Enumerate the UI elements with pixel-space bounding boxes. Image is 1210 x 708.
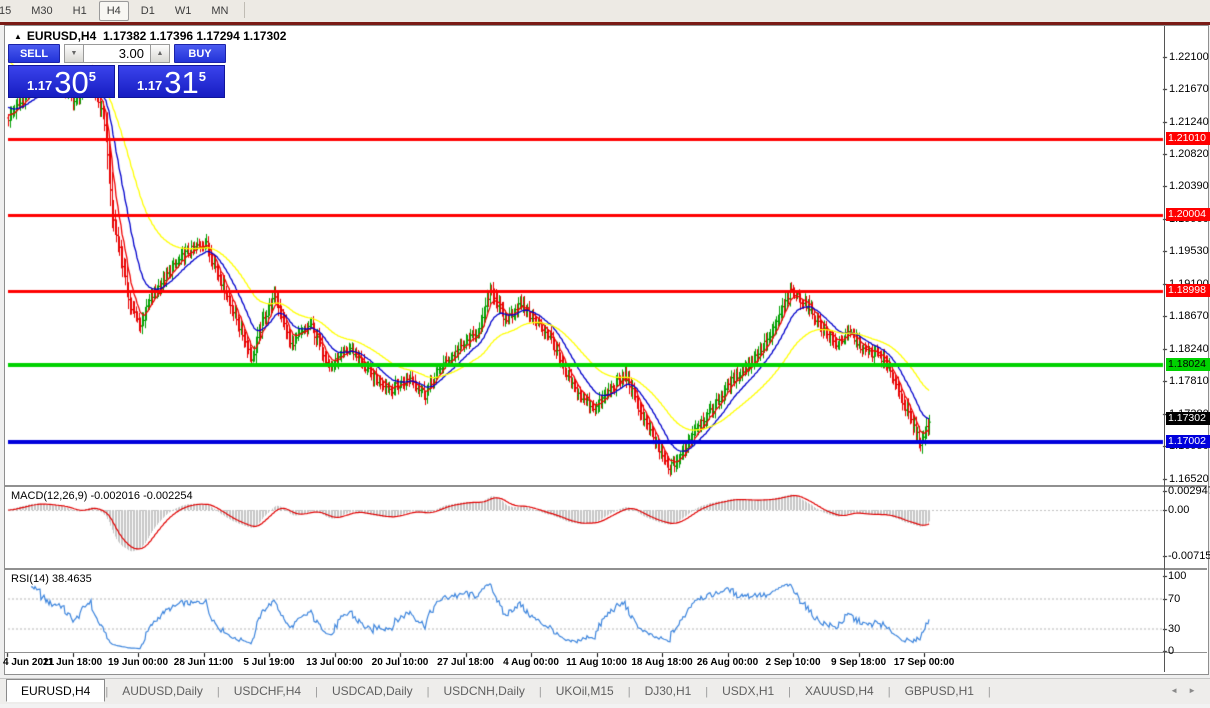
time-axis-label: 28 Jun 11:00 bbox=[173, 657, 234, 668]
price-tick-label: 1.20390 bbox=[1169, 180, 1209, 193]
collapse-triangle-icon[interactable]: ▲ bbox=[14, 32, 22, 41]
chart-tab-usdcnh[interactable]: USDCNH,Daily bbox=[430, 680, 539, 701]
price-level-badge: 1.17002 bbox=[1166, 435, 1210, 449]
time-axis-label: 27 Jul 18:00 bbox=[437, 657, 494, 668]
price-tick-label: 1.16520 bbox=[1169, 472, 1209, 485]
chart-tab-usdchf[interactable]: USDCHF,H4 bbox=[220, 680, 315, 701]
chart-tab-dj30[interactable]: DJ30,H1 bbox=[631, 680, 706, 701]
tab-scroll-right-icon[interactable]: ► bbox=[1188, 686, 1206, 695]
price-level-badge: 1.18998 bbox=[1166, 284, 1210, 298]
time-axis-label: 9 Sep 18:00 bbox=[830, 657, 887, 668]
tab-separator: | bbox=[987, 686, 991, 698]
price-tick-label: 1.21240 bbox=[1169, 115, 1209, 128]
volume-input[interactable] bbox=[84, 44, 150, 63]
chart-canvas[interactable] bbox=[0, 0, 1210, 708]
macd-indicator-label: MACD(12,26,9) -0.002016 -0.002254 bbox=[11, 490, 193, 502]
buy-price-big-digits: 31 bbox=[164, 65, 199, 100]
chart-header: ▲ EURUSD,H4 1.17382 1.17396 1.17294 1.173… bbox=[14, 29, 286, 43]
volume-increase-button[interactable]: ▲ bbox=[150, 44, 170, 63]
time-axis-label: 5 Jul 19:00 bbox=[243, 657, 295, 668]
time-axis-label: 26 Aug 00:00 bbox=[696, 657, 759, 668]
macd-scale-label: 0.00 bbox=[1168, 504, 1190, 516]
volume-decrease-button[interactable]: ▼ bbox=[64, 44, 84, 63]
panel-divider[interactable] bbox=[4, 485, 1207, 487]
price-tick-label: 1.19530 bbox=[1169, 245, 1209, 258]
chart-tab-ukoil[interactable]: UKOil,M15 bbox=[542, 680, 628, 701]
one-click-trading-panel: SELL ▼ ▲ BUY 1.17305 1.17315 bbox=[8, 44, 230, 98]
time-axis-label: 11 Jun 18:00 bbox=[42, 657, 103, 668]
sell-price-superscript: 5 bbox=[88, 69, 97, 84]
sell-button[interactable]: SELL bbox=[8, 44, 60, 63]
time-axis-label: 4 Aug 00:00 bbox=[503, 657, 559, 668]
chart-tab-eurusd[interactable]: EURUSD,H4 bbox=[6, 679, 106, 702]
time-axis-label: 20 Jul 10:00 bbox=[371, 657, 429, 668]
time-axis-label: 18 Aug 18:00 bbox=[631, 657, 693, 668]
panel-divider[interactable] bbox=[4, 568, 1207, 570]
price-tick-label: 1.18670 bbox=[1169, 310, 1209, 323]
time-axis-label: 13 Jul 00:00 bbox=[306, 657, 363, 668]
time-axis-label: 2 Sep 10:00 bbox=[765, 657, 821, 668]
rsi-scale-label: 0 bbox=[1168, 645, 1175, 657]
chart-tab-gbpusd[interactable]: GBPUSD,H1 bbox=[891, 680, 988, 701]
chart-tab-usdcad[interactable]: USDCAD,Daily bbox=[318, 680, 427, 701]
buy-price-prefix: 1.17 bbox=[136, 78, 163, 93]
buy-price-superscript: 5 bbox=[198, 69, 207, 84]
buy-price-button[interactable]: 1.17 31 5 bbox=[118, 65, 225, 98]
sell-price-button[interactable]: 1.17 30 5 bbox=[8, 65, 115, 98]
spin-down-icon: ▼ bbox=[70, 50, 78, 57]
price-axis-separator bbox=[1164, 26, 1165, 672]
rsi-scale-label: 30 bbox=[1168, 622, 1181, 635]
current-price-badge: 1.17302 bbox=[1166, 412, 1210, 426]
price-level-badge: 1.21010 bbox=[1166, 132, 1210, 146]
chart-tab-bar: EURUSD,H4 | AUDUSD,Daily | USDCHF,H4 | USDCAD,… bbox=[0, 678, 1210, 704]
rsi-scale-label: 70 bbox=[1168, 592, 1181, 605]
chart-tab-xauusd[interactable]: XAUUSD,H4 bbox=[791, 680, 888, 701]
sell-price-big-digits: 30 bbox=[54, 65, 89, 100]
price-level-badge: 1.20004 bbox=[1166, 208, 1210, 222]
price-tick-label: 1.18240 bbox=[1169, 342, 1209, 355]
spin-up-icon: ▲ bbox=[156, 50, 164, 57]
rsi-scale-label: 100 bbox=[1168, 570, 1187, 582]
mt4-application: { "toolbar": { "timeframes": ["15", "M30… bbox=[0, 0, 1210, 708]
chart-tab-audusd[interactable]: AUDUSD,Daily bbox=[108, 680, 217, 701]
price-tick-label: 1.20820 bbox=[1169, 147, 1209, 160]
price-tick-label: 1.21670 bbox=[1169, 83, 1209, 96]
chart-symbol-label: EURUSD,H4 bbox=[26, 29, 97, 43]
chart-ohlc-values: 1.17382 1.17396 1.17294 1.17302 bbox=[102, 29, 287, 43]
panel-divider bbox=[4, 652, 1207, 653]
time-axis-label: 11 Aug 10:00 bbox=[566, 657, 627, 668]
time-axis-label: 19 Jun 00:00 bbox=[107, 657, 169, 668]
price-tick-label: 1.17810 bbox=[1169, 375, 1209, 388]
rsi-indicator-label: RSI(14) 38.4635 bbox=[11, 573, 92, 585]
buy-button[interactable]: BUY bbox=[174, 44, 226, 63]
macd-scale-label: -0.007153 bbox=[1168, 549, 1210, 562]
sell-price-prefix: 1.17 bbox=[26, 78, 53, 93]
tab-scroll-left-icon[interactable]: ◄ bbox=[1170, 686, 1188, 695]
macd-scale-label: 0.002947 bbox=[1168, 485, 1210, 498]
price-tick-label: 1.22100 bbox=[1169, 51, 1209, 63]
price-level-badge: 1.18024 bbox=[1166, 357, 1210, 371]
time-axis-label: 17 Sep 00:00 bbox=[893, 657, 955, 668]
chart-tab-usdx[interactable]: USDX,H1 bbox=[708, 680, 788, 701]
